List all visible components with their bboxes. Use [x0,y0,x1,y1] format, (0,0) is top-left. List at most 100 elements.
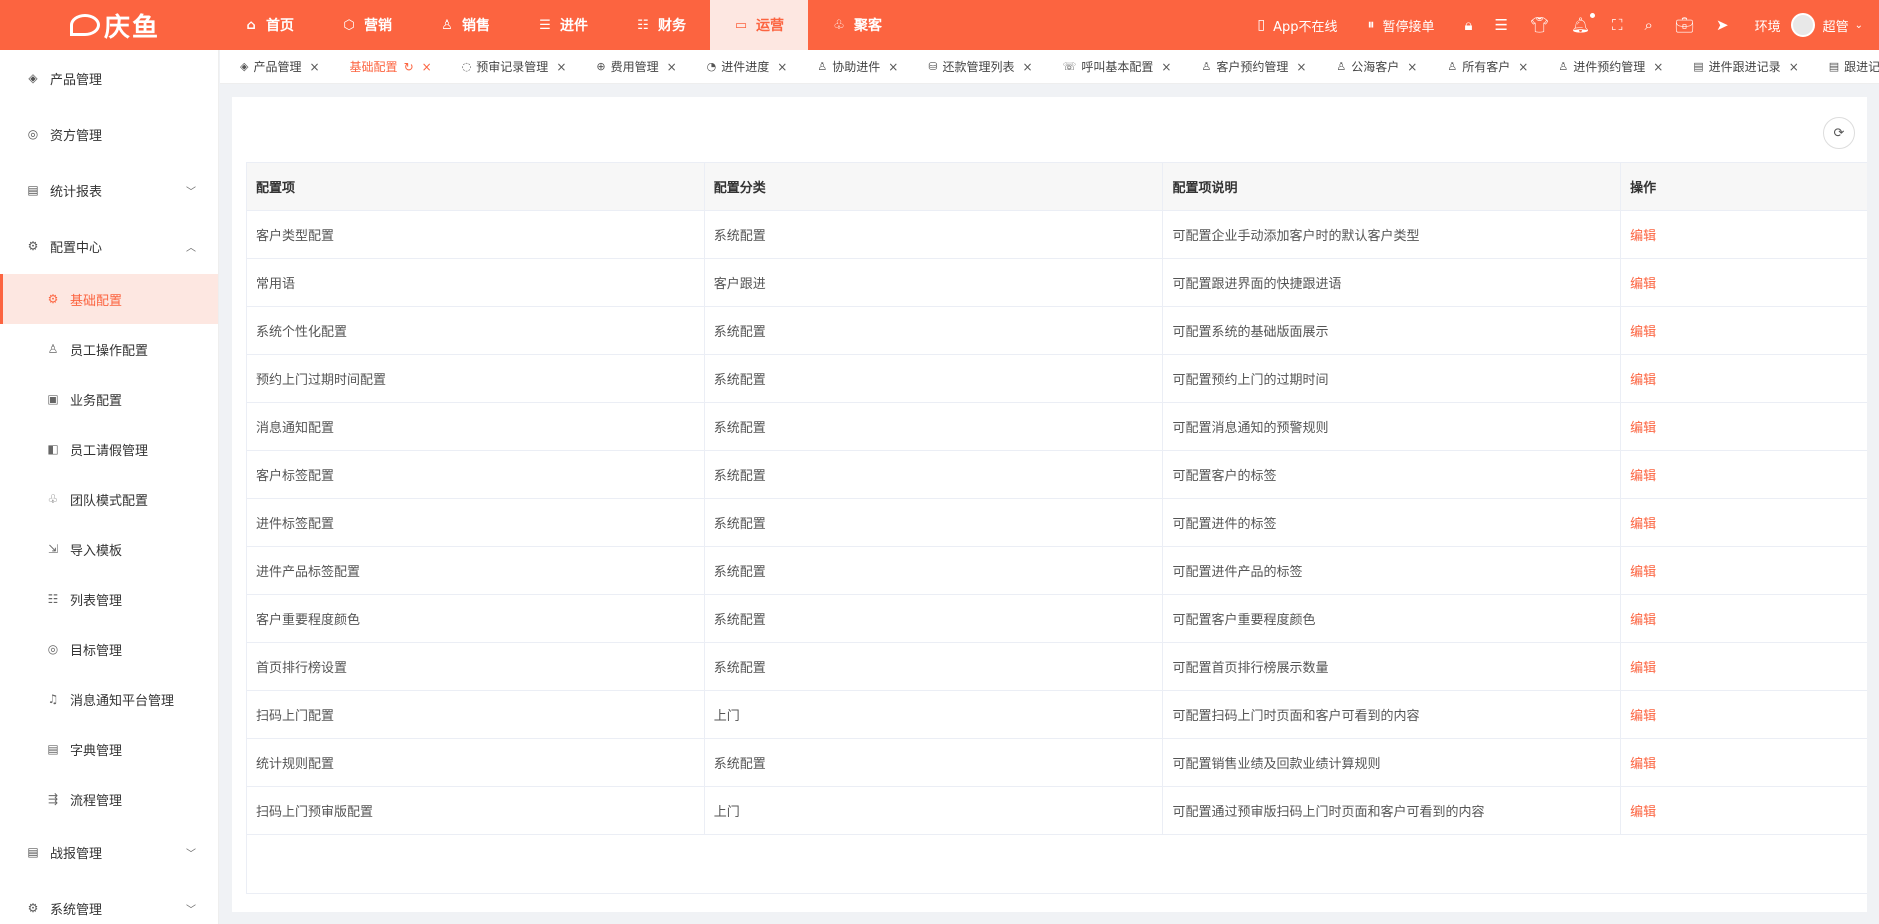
tab-5[interactable]: ♙ 协助进件 × [797,50,908,83]
bell-icon[interactable]: 🔔︎ [1571,12,1597,34]
close-icon[interactable]: × [1518,60,1528,74]
cell-config-description: 可配置进件产品的标签 [1163,547,1622,594]
tab-4[interactable]: ◔ 进件进度 × [687,50,798,83]
leave-icon: ◧ [47,442,59,456]
tab-9[interactable]: ♙ 公海客户 × [1316,50,1427,83]
cell-config-category: 系统配置 [705,451,1164,498]
topnav-item-4[interactable]: ☷ 财务 [612,0,710,50]
briefcase-icon[interactable]: 💼︎ [1675,16,1694,34]
tab-2[interactable]: ◌ 预审记录管理 × [442,50,577,83]
brand-logo[interactable]: 庆鱼 [0,0,220,50]
report-icon: ▤ [27,183,39,197]
cell-config-category: 系统配置 [705,355,1164,402]
tab-label: 预审记录管理 [476,60,549,74]
sidebar-subitem-2[interactable]: ▣ 业务配置 [0,374,218,424]
sidebar-subitem-1[interactable]: ♙ 员工操作配置 [0,324,218,374]
topnav-label: 财务 [658,18,686,34]
lock-icon[interactable]: 🔒︎ [1465,16,1473,34]
tab-3[interactable]: ⊕ 费用管理 × [576,50,686,83]
notification-dot [1589,12,1597,19]
progress-icon: ◔ [706,60,717,73]
sidebar-subitem-3[interactable]: ◧ 员工请假管理 [0,424,218,474]
sidebar-item-0[interactable]: ◈ 产品管理 [0,50,218,106]
sidebar-subitem-6[interactable]: ☷ 列表管理 [0,574,218,624]
edit-link[interactable]: 编辑 [1630,513,1656,532]
sidebar-subitem-label: 流程管理 [70,793,123,809]
tab-1[interactable]: 基础配置 ↻ × [330,50,442,83]
sidebar-subitem-9[interactable]: ▤ 字典管理 [0,724,218,774]
tab-7[interactable]: ☏ 呼叫基本配置 × [1043,50,1182,83]
header-config-description: 配置项说明 [1163,163,1622,210]
sidebar-subitem-8[interactable]: ♫ 消息通知平台管理 [0,674,218,724]
sidebar-item-bottom-0[interactable]: ▤ 战报管理 ﹀ [0,824,218,880]
close-icon[interactable]: × [888,60,898,74]
edit-link[interactable]: 编辑 [1630,225,1656,244]
tab-6[interactable]: ⛁ 还款管理列表 × [908,50,1042,83]
close-icon[interactable]: × [1789,60,1799,74]
sidebar-item-2[interactable]: ▤ 统计报表 ﹀ [0,162,218,218]
edit-link[interactable]: 编辑 [1630,801,1656,820]
pause-orders-toggle[interactable]: ⏸ 暂停接单 [1367,16,1434,35]
tab-11[interactable]: ♙ 进件预约管理 × [1538,50,1673,83]
edit-link[interactable]: 编辑 [1630,705,1656,724]
refresh-button[interactable]: ⟳ [1823,117,1855,149]
topnav-item-2[interactable]: ♙ 销售 [416,0,514,50]
staff-icon: ♙ [47,342,59,356]
table-row: 消息通知配置 系统配置 可配置消息通知的预警规则 编辑 [247,403,1867,451]
send-icon[interactable]: ➤ [1716,16,1729,34]
topnav-label: 销售 [462,18,490,34]
sidebar-subitem-4[interactable]: ♧ 团队模式配置 [0,474,218,524]
close-icon[interactable]: × [1023,60,1033,74]
topnav-item-0[interactable]: ⌂ 首页 [220,0,318,50]
sidebar-item-bottom-1[interactable]: ⚙ 系统管理 ﹀ [0,880,218,924]
tab-13[interactable]: ▤ 跟进记 [1809,50,1879,83]
menu-search-icon[interactable]: ☰ [1494,16,1507,34]
close-icon[interactable]: × [1296,60,1306,74]
search-icon[interactable]: ⌕ [1645,16,1653,34]
edit-link[interactable]: 编辑 [1630,321,1656,340]
sidebar-subitem-0[interactable]: ⚙ 基础配置 [0,274,218,324]
close-icon[interactable]: × [556,60,566,74]
close-icon[interactable]: × [309,60,319,74]
sidebar-item-1[interactable]: ◎ 资方管理 [0,106,218,162]
tab-refresh-icon[interactable]: ↻ [404,60,414,74]
tab-12[interactable]: ▤ 进件跟进记录 × [1673,50,1808,83]
close-icon[interactable]: × [1161,60,1171,74]
close-icon[interactable]: × [1407,60,1417,74]
close-icon[interactable]: × [777,60,787,74]
edit-link[interactable]: 编辑 [1630,273,1656,292]
cell-config-category: 上门 [705,787,1164,834]
sidebar-item-3[interactable]: ⚙ 配置中心 ︿ [0,218,218,274]
fullscreen-icon[interactable]: ⛶ [1612,16,1623,34]
edit-link[interactable]: 编辑 [1630,657,1656,676]
sidebar-subitem-5[interactable]: ⇲ 导入模板 [0,524,218,574]
sidebar-subitem-7[interactable]: ◎ 目标管理 [0,624,218,674]
top-right-toolbar: ▯ App不在线 ⏸ 暂停接单 🔒︎ ☰ 👕︎ 🔔︎ ⛶ ⌕ 💼︎ ➤ 环境 超… [1239,0,1879,50]
header-actions: 操作 [1630,181,1657,196]
sidebar-subitem-10[interactable]: ⇶ 流程管理 [0,774,218,824]
topnav-item-1[interactable]: ⬡ 营销 [318,0,416,50]
edit-link[interactable]: 编辑 [1630,369,1656,388]
topnav-item-5[interactable]: ▭ 运营 [710,0,808,50]
edit-link[interactable]: 编辑 [1630,417,1656,436]
topnav-item-6[interactable]: ♧ 聚客 [808,0,906,50]
cell-config-description: 可配置预约上门的过期时间 [1163,355,1622,402]
edit-link[interactable]: 编辑 [1630,561,1656,580]
tab-0[interactable]: ◈ 产品管理 × [220,50,330,83]
edit-link[interactable]: 编辑 [1630,609,1656,628]
shirt-icon[interactable]: 👕︎ [1530,16,1549,34]
topnav-item-3[interactable]: ☰ 进件 [514,0,612,50]
app-status-indicator[interactable]: ▯ App不在线 [1257,16,1337,35]
close-icon[interactable]: × [1653,60,1663,74]
tab-10[interactable]: ♙ 所有客户 × [1427,50,1538,83]
edit-link[interactable]: 编辑 [1630,753,1656,772]
user-menu[interactable]: 环境 超管 ⌄ [1755,13,1863,37]
close-icon[interactable]: × [422,60,432,74]
table-row: 预约上门过期时间配置 系统配置 可配置预约上门的过期时间 编辑 [247,355,1867,403]
edit-link[interactable]: 编辑 [1630,465,1656,484]
cell-config-category: 系统配置 [705,211,1164,258]
tab-8[interactable]: ♙ 客户预约管理 × [1181,50,1316,83]
close-icon[interactable]: × [667,60,677,74]
operations-icon: ▭ [734,17,748,33]
sidebar-item-label: 统计报表 [50,184,103,200]
